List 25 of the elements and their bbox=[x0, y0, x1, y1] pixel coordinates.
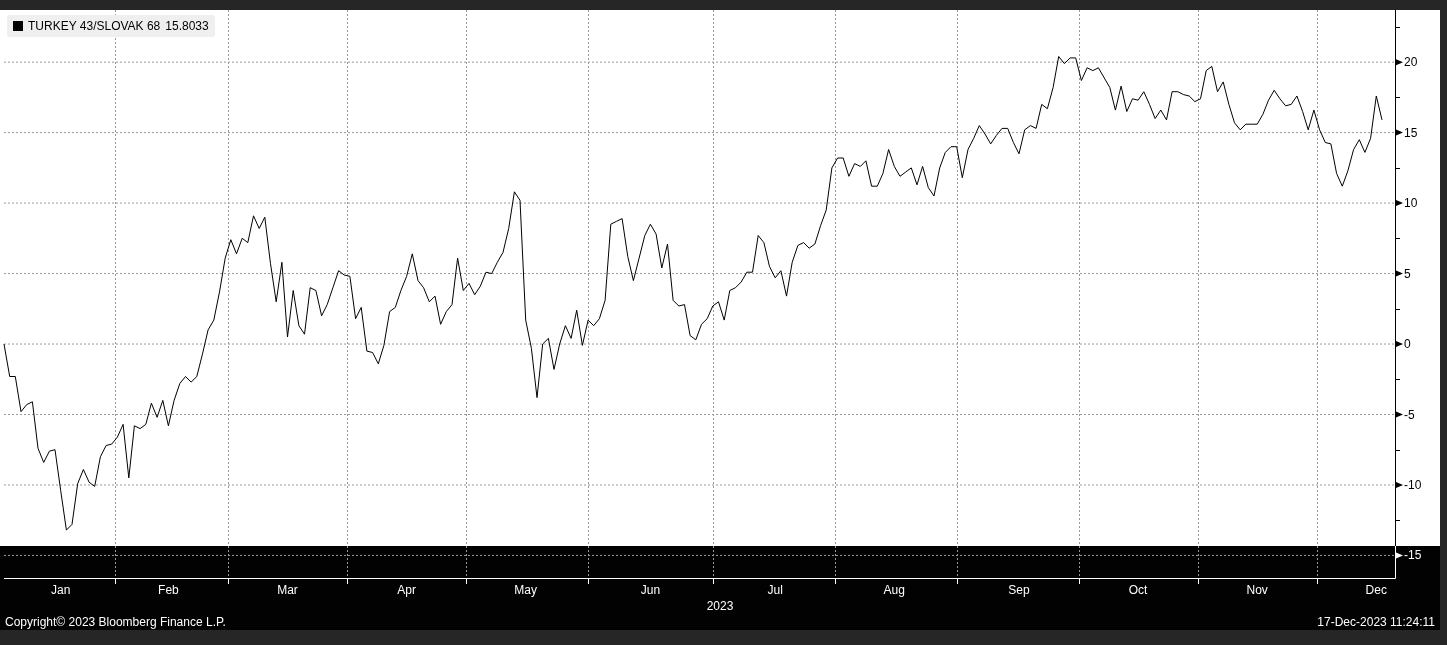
y-axis-label: 0 bbox=[1404, 337, 1411, 352]
month-label: Nov bbox=[1246, 583, 1268, 597]
month-label: Sep bbox=[1008, 583, 1030, 597]
month-label: Apr bbox=[397, 583, 416, 597]
month-label: Aug bbox=[883, 583, 905, 597]
month-label: Dec bbox=[1365, 583, 1387, 597]
x-axis-year-label: 2023 bbox=[706, 598, 734, 614]
y-axis-label: -5 bbox=[1404, 407, 1415, 422]
timestamp: 17-Dec-2023 11:24:11 bbox=[1317, 614, 1435, 630]
month-label: Jan bbox=[51, 583, 71, 597]
month-label: Jun bbox=[640, 583, 661, 597]
month-label: Jul bbox=[767, 583, 783, 597]
legend-value: 15.8033 bbox=[165, 19, 209, 33]
y-axis-label: 10 bbox=[1404, 196, 1418, 211]
y-axis-label: -10 bbox=[1404, 478, 1422, 492]
month-label: Feb bbox=[158, 583, 179, 597]
month-label: Oct bbox=[1128, 583, 1148, 597]
month-label: Mar bbox=[277, 583, 298, 597]
y-axis-label: 20 bbox=[1404, 55, 1418, 70]
legend-label: TURKEY 43/SLOVAK 68 bbox=[28, 19, 161, 33]
copyright-text: Copyright© 2023 Bloomberg Finance L.P. bbox=[5, 614, 226, 630]
y-axis-label: 15 bbox=[1404, 125, 1418, 140]
month-label: May bbox=[514, 583, 538, 597]
y-axis-label: -15 bbox=[1404, 548, 1422, 563]
y-axis-label: 5 bbox=[1404, 266, 1411, 281]
